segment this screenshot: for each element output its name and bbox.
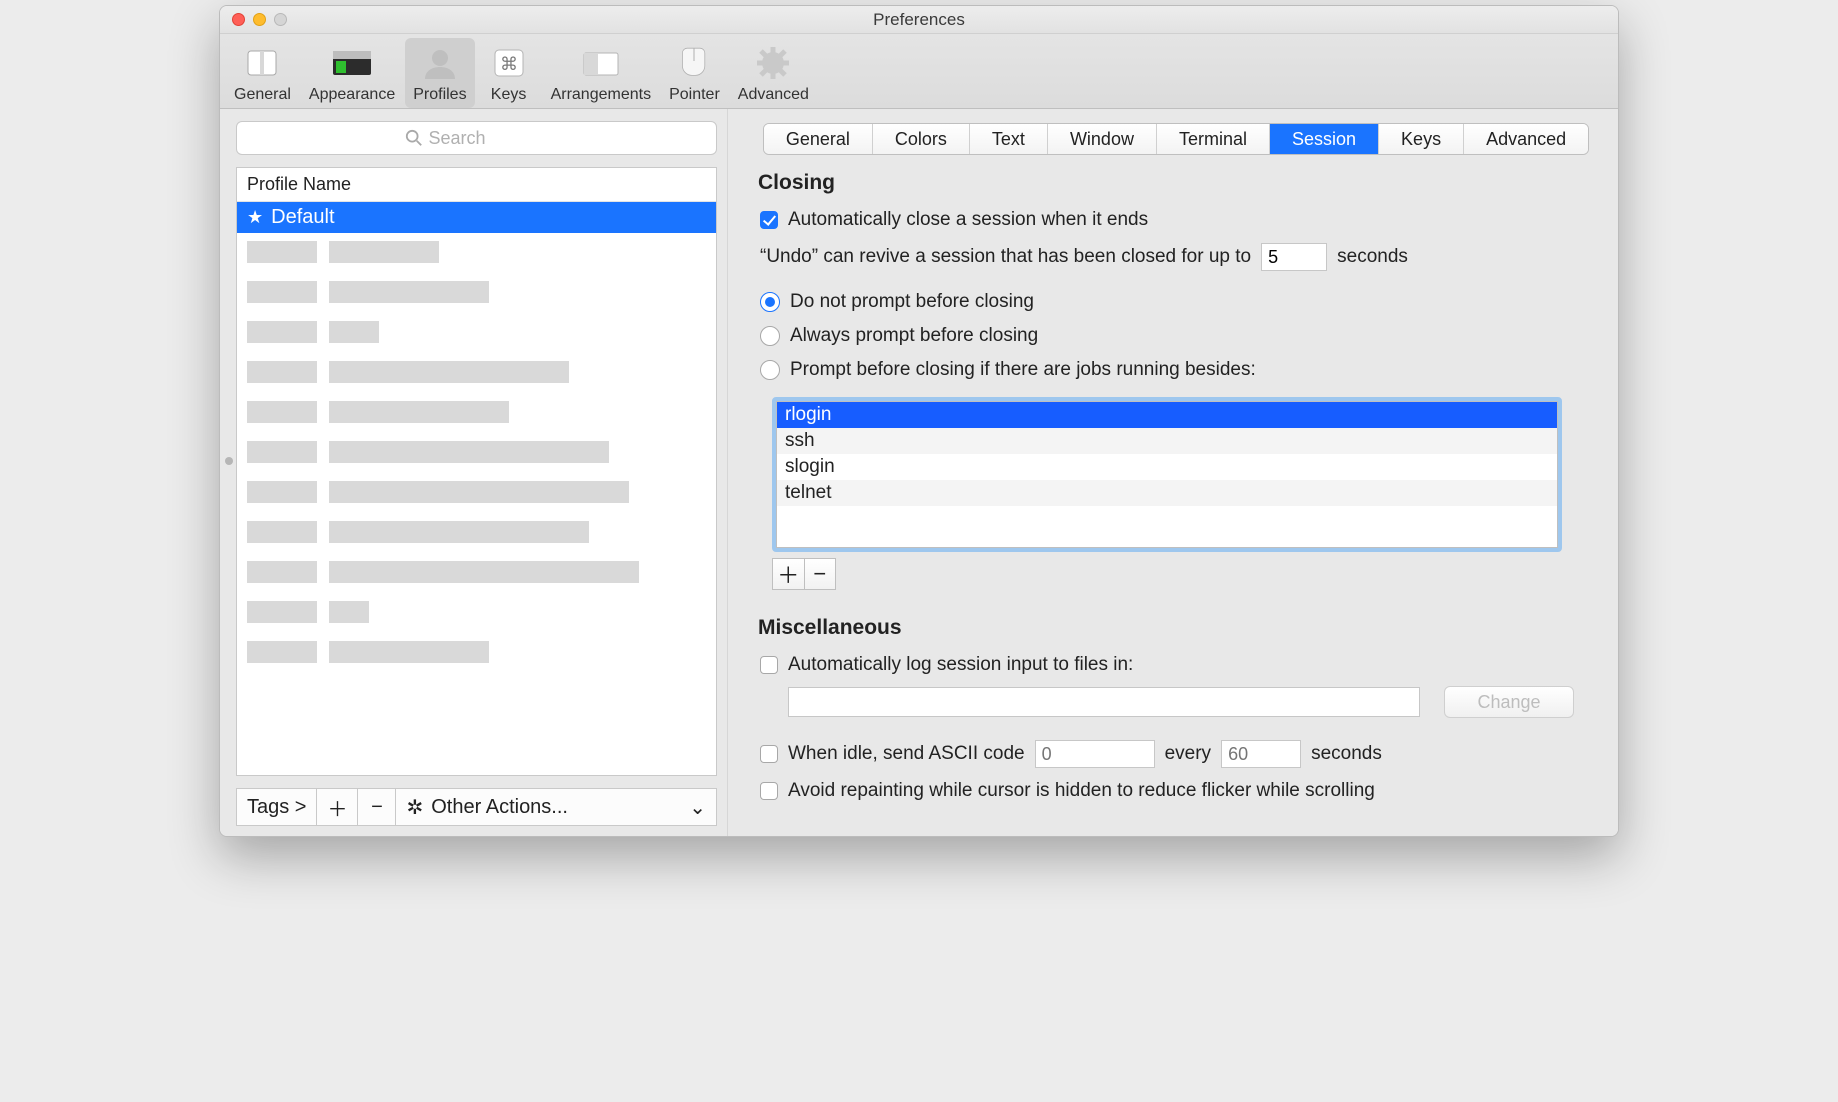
toolbar-general[interactable]: General [226,38,299,108]
prompt-none-radio[interactable] [760,292,780,312]
idle-suffix: seconds [1311,743,1382,765]
toolbar-advanced[interactable]: Advanced [730,38,817,108]
toolbar-appearance-label: Appearance [309,86,395,104]
log-session-label: Automatically log session input to files… [788,654,1133,676]
log-path-input[interactable] [788,687,1420,717]
closing-section-title: Closing [758,171,1594,195]
star-icon: ★ [247,207,263,228]
auto-close-checkbox[interactable] [760,211,778,229]
chevron-down-icon: ⌄ [689,795,706,820]
tab-keys[interactable]: Keys [1379,124,1464,154]
idle-ascii-checkbox[interactable] [760,745,778,763]
profile-row-default[interactable]: ★ Default [237,202,716,233]
undo-seconds-input[interactable] [1261,243,1327,271]
prompt-none-label: Do not prompt before closing [790,291,1034,313]
plus-icon: ＋ [777,558,799,590]
minus-icon: − [813,561,826,587]
toolbar-general-label: General [234,86,291,104]
toolbar-arrangements-label: Arrangements [551,86,652,104]
profiles-icon [416,44,464,82]
toolbar: General Appearance Profiles ⌘ Keys Arran… [220,34,1618,109]
toolbar-pointer[interactable]: Pointer [661,38,728,108]
window-title: Preferences [220,10,1618,30]
toolbar-arrangements[interactable]: Arrangements [543,38,660,108]
job-row-slogin[interactable]: slogin [777,454,1557,480]
tab-colors[interactable]: Colors [873,124,970,154]
toolbar-appearance[interactable]: Appearance [301,38,403,108]
profile-settings-panel: General Colors Text Window Terminal Sess… [728,109,1618,836]
remove-profile-button[interactable]: − [358,789,396,825]
avoid-repaint-checkbox[interactable] [760,782,778,800]
keys-icon: ⌘ [485,44,533,82]
tab-session[interactable]: Session [1270,124,1379,154]
toolbar-profiles[interactable]: Profiles [405,38,474,108]
avoid-repaint-label: Avoid repainting while cursor is hidden … [788,780,1375,802]
profiles-sidebar: Profile Name ★ Default [220,109,728,836]
log-session-checkbox[interactable] [760,656,778,674]
appearance-icon [328,44,376,82]
tab-terminal[interactable]: Terminal [1157,124,1270,154]
profile-list-controls: Tags > ＋ − ✲ Other Actions... ⌄ [236,788,717,826]
job-row-rlogin[interactable]: rlogin [777,402,1557,428]
toolbar-keys-label: Keys [491,86,527,104]
tab-window[interactable]: Window [1048,124,1157,154]
toolbar-pointer-label: Pointer [669,86,720,104]
job-row-empty[interactable] [777,506,1557,510]
profile-search[interactable] [236,121,717,155]
search-icon [405,129,423,147]
undo-prefix: “Undo” can revive a session that has bee… [760,246,1251,268]
general-icon [238,44,286,82]
prompt-jobs-radio[interactable] [760,360,780,380]
profile-tabs: General Colors Text Window Terminal Sess… [763,123,1589,155]
other-actions-label: Other Actions... [431,796,568,819]
auto-close-label: Automatically close a session when it en… [788,209,1148,231]
idle-code-input[interactable] [1035,740,1155,768]
tab-advanced[interactable]: Advanced [1464,124,1588,154]
arrangements-icon [577,44,625,82]
profile-list-header: Profile Name [237,168,716,202]
job-row-telnet[interactable]: telnet [777,480,1557,506]
titlebar: Preferences [220,6,1618,34]
gear-icon: ✲ [406,795,423,820]
tags-button[interactable]: Tags > [237,789,317,825]
plus-icon: ＋ [327,793,347,822]
jobs-list[interactable]: rlogin ssh slogin telnet [772,397,1562,552]
prompt-always-label: Always prompt before closing [790,325,1038,347]
preferences-window: Preferences General Appearance Profiles … [219,5,1619,837]
other-actions-menu[interactable]: ✲ Other Actions... ⌄ [396,789,716,825]
tab-text[interactable]: Text [970,124,1048,154]
misc-section-title: Miscellaneous [758,616,1594,640]
split-handle[interactable] [225,457,233,465]
profile-list[interactable]: Profile Name ★ Default [236,167,717,776]
change-path-button[interactable]: Change [1444,686,1574,718]
toolbar-profiles-label: Profiles [413,86,466,104]
tab-general[interactable]: General [764,124,873,154]
minus-icon: − [371,796,383,819]
idle-interval-input[interactable] [1221,740,1301,768]
profile-search-input[interactable] [429,128,549,149]
pointer-icon [670,44,718,82]
svg-text:⌘: ⌘ [500,54,518,74]
idle-prefix: When idle, send ASCII code [788,743,1025,765]
profile-row-label: Default [271,206,334,229]
toolbar-advanced-label: Advanced [738,86,809,104]
add-profile-button[interactable]: ＋ [317,789,358,825]
undo-suffix: seconds [1337,246,1408,268]
prompt-always-radio[interactable] [760,326,780,346]
add-job-button[interactable]: ＋ [773,559,805,589]
idle-every: every [1165,743,1211,765]
job-row-ssh[interactable]: ssh [777,428,1557,454]
gear-icon [749,44,797,82]
jobs-add-remove: ＋ − [772,558,836,590]
prompt-jobs-label: Prompt before closing if there are jobs … [790,359,1256,381]
remove-job-button[interactable]: − [805,559,836,589]
toolbar-keys[interactable]: ⌘ Keys [477,38,541,108]
profile-rows-redacted [237,233,716,775]
